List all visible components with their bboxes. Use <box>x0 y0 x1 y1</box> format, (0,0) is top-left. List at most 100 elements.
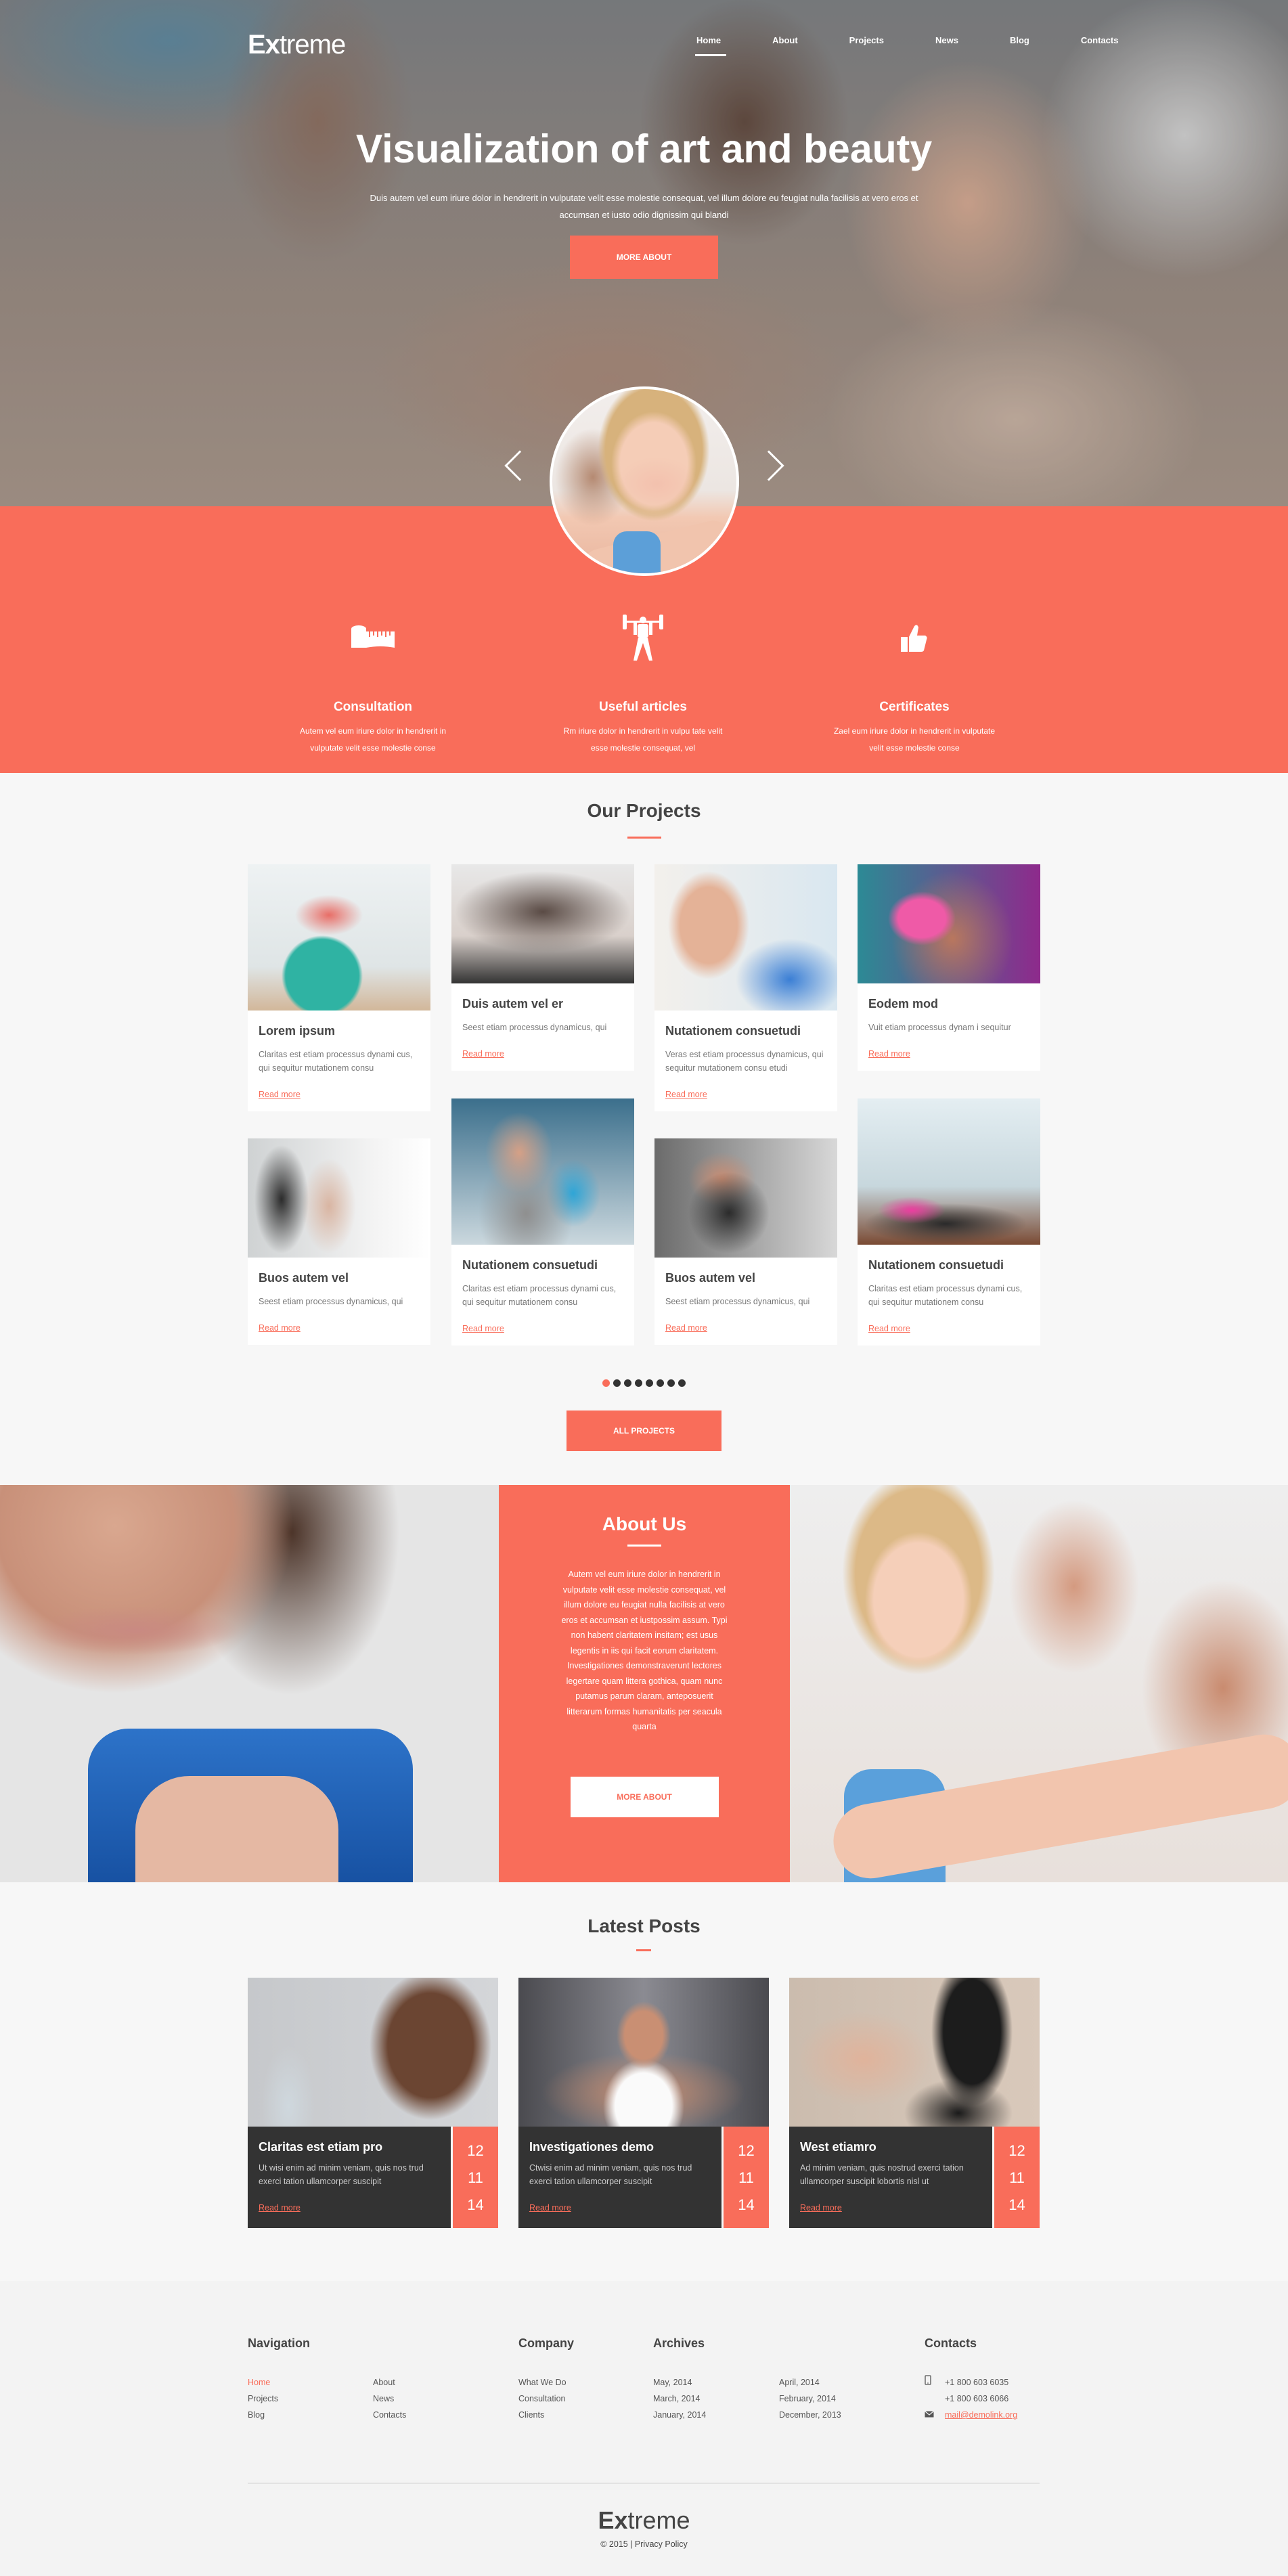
project-title: Nutationem consuetudi <box>462 1258 598 1272</box>
project-image[interactable] <box>654 864 837 1011</box>
read-more-link[interactable]: Read more <box>868 1324 1029 1333</box>
post-card: West etiamro Ad minim veniam, quis nostru… <box>789 1978 1040 2228</box>
footer-nav-col2: About News Contacts <box>373 2374 406 2423</box>
read-more-link[interactable]: Read more <box>529 2203 711 2213</box>
post-title: Claritas est etiam pro <box>259 2140 383 2154</box>
pagination-dot[interactable] <box>602 1379 610 1387</box>
about-section: About Us Autem vel eum iriure dolor in h… <box>499 1485 790 1882</box>
feature-text: Zael eum iriure dolor in hendrerit in vu… <box>833 726 996 753</box>
project-image[interactable] <box>858 864 1040 983</box>
about-more-button[interactable]: MORE ABOUT <box>570 1776 719 1817</box>
post-date: 12 11 14 <box>453 2127 498 2228</box>
post-image[interactable] <box>248 1978 498 2127</box>
archive-link[interactable]: February, 2014 <box>779 2391 841 2407</box>
project-image[interactable] <box>248 864 430 1011</box>
read-more-link[interactable]: Read more <box>868 1049 1029 1059</box>
phone-number: +1 800 603 6066 <box>945 2394 1009 2403</box>
read-more-link[interactable]: Read more <box>462 1324 623 1333</box>
archive-link[interactable]: March, 2014 <box>653 2391 706 2407</box>
nav-home[interactable]: Home <box>694 35 727 56</box>
projects-pagination <box>602 1379 686 1387</box>
read-more-link[interactable]: Read more <box>665 1323 826 1333</box>
main-nav: Home About Projects News Blog Contacts <box>694 35 1119 56</box>
pagination-dot[interactable] <box>635 1379 642 1387</box>
footer-contacts-heading: Contacts <box>925 2336 977 2350</box>
email-link[interactable]: mail@demolink.org <box>945 2407 1017 2423</box>
project-image[interactable] <box>248 1138 430 1258</box>
pagination-dot[interactable] <box>613 1379 621 1387</box>
project-image[interactable] <box>451 1098 634 1245</box>
footer-link-what-we-do[interactable]: What We Do <box>518 2374 567 2391</box>
footer-link-home[interactable]: Home <box>248 2374 278 2391</box>
read-more-link[interactable]: Read more <box>800 2203 981 2213</box>
hero-more-about-button[interactable]: MORE ABOUT <box>570 236 718 279</box>
feature-consultation: Consultation Autem vel eum iriure dolor … <box>285 608 461 757</box>
thumbs-up-icon <box>826 608 1002 669</box>
post-image[interactable] <box>518 1978 769 2127</box>
archive-link[interactable]: January, 2014 <box>653 2407 706 2423</box>
footer-logo[interactable]: Extreme <box>0 2506 1288 2535</box>
feature-certificates: Certificates Zael eum iriure dolor in he… <box>826 608 1002 757</box>
post-title: Investigationes demo <box>529 2140 654 2154</box>
post-card: Investigationes demo Ctwisi enim ad minim… <box>518 1978 769 2228</box>
footer-link-consultation[interactable]: Consultation <box>518 2391 567 2407</box>
pagination-dot[interactable] <box>667 1379 675 1387</box>
footer-archives-col2: April, 2014 February, 2014 December, 201… <box>779 2374 841 2423</box>
project-title: Lorem ipsum <box>259 1024 336 1038</box>
pagination-dot[interactable] <box>646 1379 653 1387</box>
footer-link-news[interactable]: News <box>373 2391 406 2407</box>
post-image[interactable] <box>789 1978 1040 2127</box>
project-image[interactable] <box>654 1138 837 1258</box>
archive-link[interactable]: April, 2014 <box>779 2374 841 2391</box>
pagination-dot[interactable] <box>678 1379 686 1387</box>
read-more-link[interactable]: Read more <box>259 1090 420 1099</box>
nav-about[interactable]: About <box>772 35 798 45</box>
project-card: Lorem ipsum Claritas est etiam processus … <box>248 864 430 1111</box>
footer: Navigation Home Projects Blog About News… <box>0 2281 1288 2576</box>
archive-link[interactable]: May, 2014 <box>653 2374 706 2391</box>
nav-contacts[interactable]: Contacts <box>1081 35 1119 45</box>
archive-link[interactable]: December, 2013 <box>779 2407 841 2423</box>
footer-link-clients[interactable]: Clients <box>518 2407 567 2423</box>
feature-title: Certificates <box>879 700 950 714</box>
project-image[interactable] <box>858 1098 1040 1245</box>
all-projects-button[interactable]: ALL PROJECTS <box>567 1411 721 1451</box>
footer-link-about[interactable]: About <box>373 2374 406 2391</box>
weightlifter-icon <box>555 608 731 669</box>
read-more-link[interactable]: Read more <box>462 1049 623 1059</box>
project-image[interactable] <box>451 864 634 983</box>
footer-archives-heading: Archives <box>653 2336 705 2350</box>
project-title: Buos autem vel <box>665 1271 756 1285</box>
project-text: Vuit etiam processus dynam i sequitur <box>868 1023 1011 1032</box>
about-image-right <box>790 1485 1288 1882</box>
project-card: Nutationem consuetudi Veras est etiam pro… <box>654 864 837 1111</box>
project-title: Duis autem vel er <box>462 997 564 1011</box>
chevron-left-icon[interactable] <box>504 450 535 481</box>
chevron-right-icon[interactable] <box>753 450 784 481</box>
footer-link-projects[interactable]: Projects <box>248 2391 278 2407</box>
nav-projects[interactable]: Projects <box>849 35 884 45</box>
read-more-link[interactable]: Read more <box>259 1323 420 1333</box>
copyright[interactable]: © 2015 | Privacy Policy <box>0 2539 1288 2549</box>
nav-news[interactable]: News <box>935 35 958 45</box>
footer-link-contacts[interactable]: Contacts <box>373 2407 406 2423</box>
phone-number: +1 800 603 6035 <box>945 2378 1009 2387</box>
project-text: Seest etiam processus dynamicus, qui <box>259 1297 403 1306</box>
project-text: Veras est etiam processus dynamicus, qui… <box>665 1050 824 1073</box>
site-logo[interactable]: Extreme <box>248 30 346 60</box>
heading-underline <box>636 1949 651 1951</box>
project-text: Claritas est etiam processus dynami cus,… <box>462 1284 617 1307</box>
project-card: Buos autem vel Seest etiam processus dyna… <box>248 1138 430 1345</box>
project-text: Seest etiam processus dynamicus, qui <box>665 1297 810 1306</box>
envelope-icon <box>925 2407 945 2423</box>
post-text: Ctwisi enim ad minim veniam, quis nos tr… <box>529 2163 692 2186</box>
posts-heading: Latest Posts <box>587 1915 701 1936</box>
heading-underline <box>627 1545 661 1547</box>
phone-icon <box>925 2374 945 2391</box>
pagination-dot[interactable] <box>624 1379 631 1387</box>
read-more-link[interactable]: Read more <box>259 2203 440 2213</box>
read-more-link[interactable]: Read more <box>665 1090 826 1099</box>
pagination-dot[interactable] <box>657 1379 664 1387</box>
footer-link-blog[interactable]: Blog <box>248 2407 278 2423</box>
nav-blog[interactable]: Blog <box>1010 35 1029 45</box>
